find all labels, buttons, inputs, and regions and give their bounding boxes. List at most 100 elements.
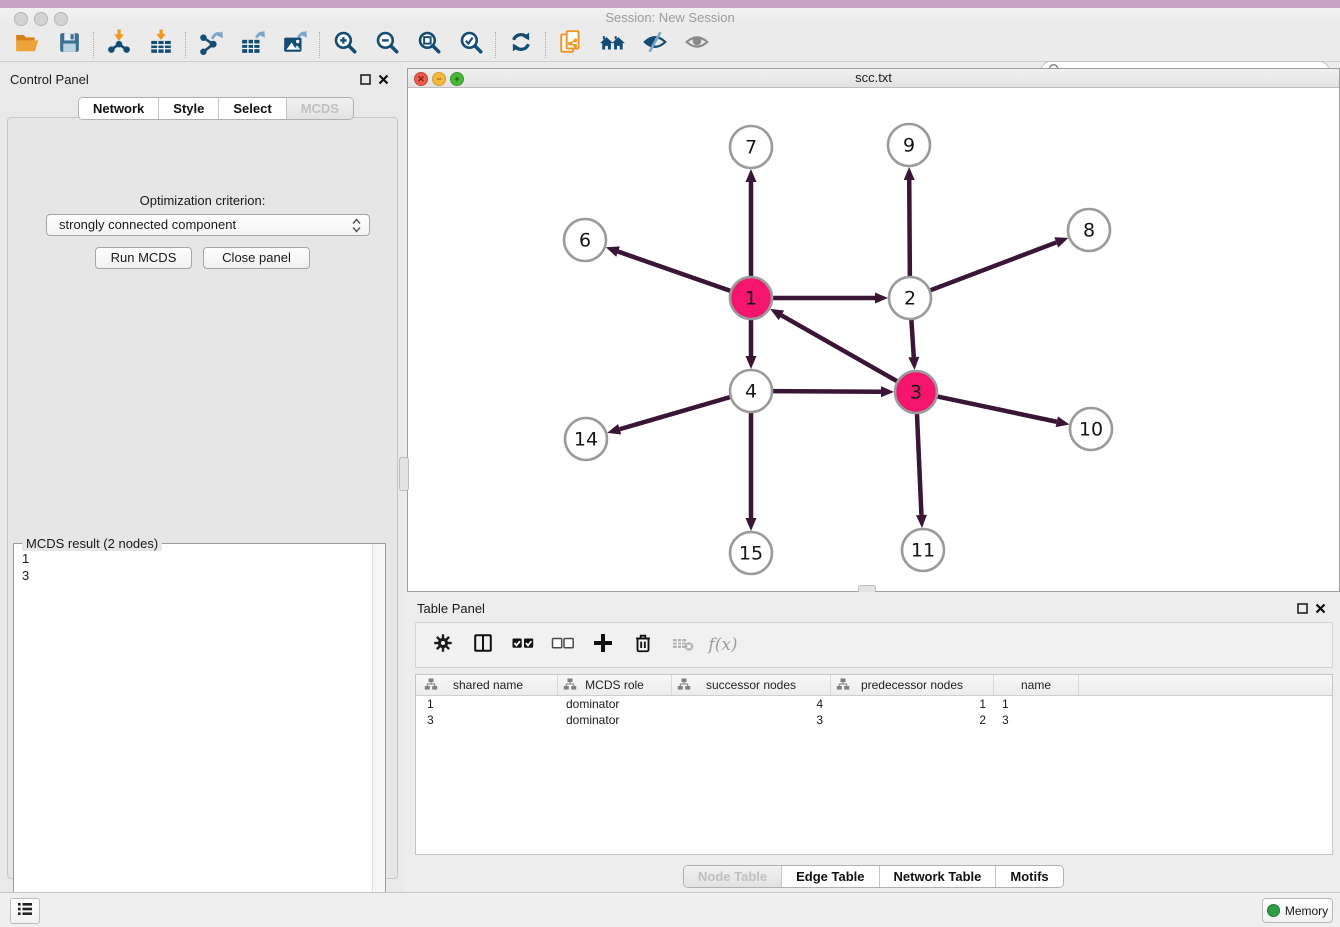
close-table-panel-icon[interactable] — [1315, 601, 1326, 619]
minimize-window-button[interactable] — [34, 12, 48, 26]
float-panel-icon[interactable] — [360, 72, 371, 90]
table-settings-button[interactable] — [426, 628, 460, 662]
table-cell[interactable]: 1 — [419, 697, 558, 711]
table-row[interactable]: 1dominator411 — [416, 696, 1332, 712]
close-panel-button[interactable]: Close panel — [203, 247, 310, 269]
table-cell[interactable]: 4 — [672, 697, 831, 711]
graph-edge-3-1[interactable] — [781, 315, 897, 381]
memory-button[interactable]: Memory — [1262, 898, 1333, 923]
graph-edge-3-11[interactable] — [917, 413, 922, 515]
zoom-fit-icon — [416, 29, 442, 60]
export-image-icon — [282, 29, 308, 60]
tab-network[interactable]: Network — [79, 98, 159, 119]
minimize-view-button[interactable]: − — [432, 72, 446, 86]
table-cell[interactable]: dominator — [558, 697, 672, 711]
save-session-button[interactable] — [48, 30, 90, 60]
create-column-button[interactable] — [586, 628, 620, 662]
table-cell[interactable]: 2 — [831, 713, 994, 727]
graph-node-label: 14 — [574, 429, 598, 451]
tab-node-table[interactable]: Node Table — [684, 866, 782, 887]
graph-edge-4-14[interactable] — [620, 397, 731, 429]
tab-edge-table[interactable]: Edge Table — [782, 866, 879, 887]
run-mcds-button[interactable]: Run MCDS — [95, 247, 192, 269]
hide-panels-button[interactable] — [634, 30, 676, 60]
graph-edge-3-10[interactable] — [937, 396, 1057, 421]
show-graphics-details-button[interactable] — [676, 30, 718, 60]
close-panel-icon[interactable] — [378, 72, 389, 90]
result-item: 3 — [22, 567, 385, 584]
table-cell[interactable]: 1 — [831, 697, 994, 711]
graph-node-label: 4 — [745, 381, 757, 403]
tab-network-table[interactable]: Network Table — [880, 866, 997, 887]
save-disk-icon — [57, 30, 82, 60]
open-session-button[interactable] — [6, 30, 48, 60]
import-table-button[interactable] — [140, 30, 182, 60]
close-view-button[interactable]: ✕ — [414, 72, 428, 86]
table-panel-tabs: Node TableEdge TableNetwork TableMotifs — [683, 865, 1064, 888]
export-table-button[interactable] — [232, 30, 274, 60]
zoom-selected-button[interactable] — [450, 30, 492, 60]
graph-node-label: 11 — [911, 540, 935, 562]
deselect-all-rows-button[interactable] — [546, 628, 580, 662]
network-window-titlebar[interactable]: ✕ − + scc.txt — [408, 69, 1339, 88]
column-header-MCDS-role[interactable]: MCDS role — [558, 675, 672, 695]
graph-edge-arrowhead — [607, 424, 621, 435]
toolbar-separator — [185, 32, 187, 58]
table-cell[interactable]: dominator — [558, 713, 672, 727]
titlebar: Session: New Session — [0, 8, 1340, 29]
close-window-button[interactable] — [14, 12, 28, 26]
tab-style[interactable]: Style — [159, 98, 219, 119]
refresh-icon — [508, 29, 534, 60]
select-all-rows-button[interactable] — [506, 628, 540, 662]
column-header-predecessor-nodes[interactable]: predecessor nodes — [831, 675, 994, 695]
graph-node-label: 3 — [910, 382, 922, 404]
delete-table-button-disabled — [666, 628, 700, 662]
maximize-view-button[interactable]: + — [450, 72, 464, 86]
export-image-button[interactable] — [274, 30, 316, 60]
table-cell[interactable]: 3 — [419, 713, 558, 727]
zoom-in-button[interactable] — [324, 30, 366, 60]
graph-edge-arrowhead — [1054, 237, 1068, 247]
task-history-button[interactable] — [10, 898, 40, 924]
show-all-views-button[interactable] — [592, 30, 634, 60]
table-cell[interactable]: 3 — [994, 713, 1079, 727]
tab-mcds[interactable]: MCDS — [287, 98, 353, 119]
column-header-successor-nodes[interactable]: successor nodes — [672, 675, 831, 695]
import-network-icon — [106, 29, 132, 60]
fx-icon: f(x) — [708, 635, 737, 655]
network-canvas[interactable]: 1234678910111415 — [408, 87, 1339, 591]
new-network-from-file-button[interactable] — [550, 30, 592, 60]
result-scrollbar[interactable] — [372, 544, 385, 920]
export-network-button[interactable] — [190, 30, 232, 60]
zoom-window-button[interactable] — [54, 12, 68, 26]
graph-edge-2-8[interactable] — [930, 242, 1057, 290]
graph-edge-1-6[interactable] — [618, 252, 731, 292]
tab-select[interactable]: Select — [219, 98, 286, 119]
zoom-out-button[interactable] — [366, 30, 408, 60]
vertical-splitter-handle[interactable] — [399, 457, 409, 491]
table-cell[interactable]: 1 — [994, 697, 1079, 711]
column-header-name[interactable]: name — [994, 675, 1079, 695]
eye-icon — [684, 29, 710, 60]
table-cell[interactable]: 3 — [672, 713, 831, 727]
criterion-dropdown[interactable]: strongly connected component — [46, 214, 370, 236]
graph-node-label: 10 — [1079, 419, 1103, 441]
export-table-icon — [240, 29, 266, 60]
toolbar-separator — [319, 32, 321, 58]
graph-node-label: 15 — [739, 543, 763, 565]
column-header-shared-name[interactable]: shared name — [419, 675, 558, 695]
zoom-fit-button[interactable] — [408, 30, 450, 60]
node-table: shared name MCDS rolesuccessor nodesprede… — [415, 674, 1333, 855]
column-label: shared name — [453, 678, 523, 692]
status-bar: Memory — [0, 892, 1340, 927]
graph-edge-2-9[interactable] — [909, 180, 910, 277]
show-column-button[interactable] — [466, 628, 500, 662]
delete-column-button[interactable] — [626, 628, 660, 662]
import-network-button[interactable] — [98, 30, 140, 60]
float-table-panel-icon[interactable] — [1297, 601, 1308, 619]
graph-edge-4-3[interactable] — [772, 391, 881, 392]
refresh-layout-button[interactable] — [500, 30, 542, 60]
graph-edge-2-3[interactable] — [911, 319, 913, 357]
table-row[interactable]: 3dominator323 — [416, 712, 1332, 728]
tab-motifs[interactable]: Motifs — [996, 866, 1062, 887]
